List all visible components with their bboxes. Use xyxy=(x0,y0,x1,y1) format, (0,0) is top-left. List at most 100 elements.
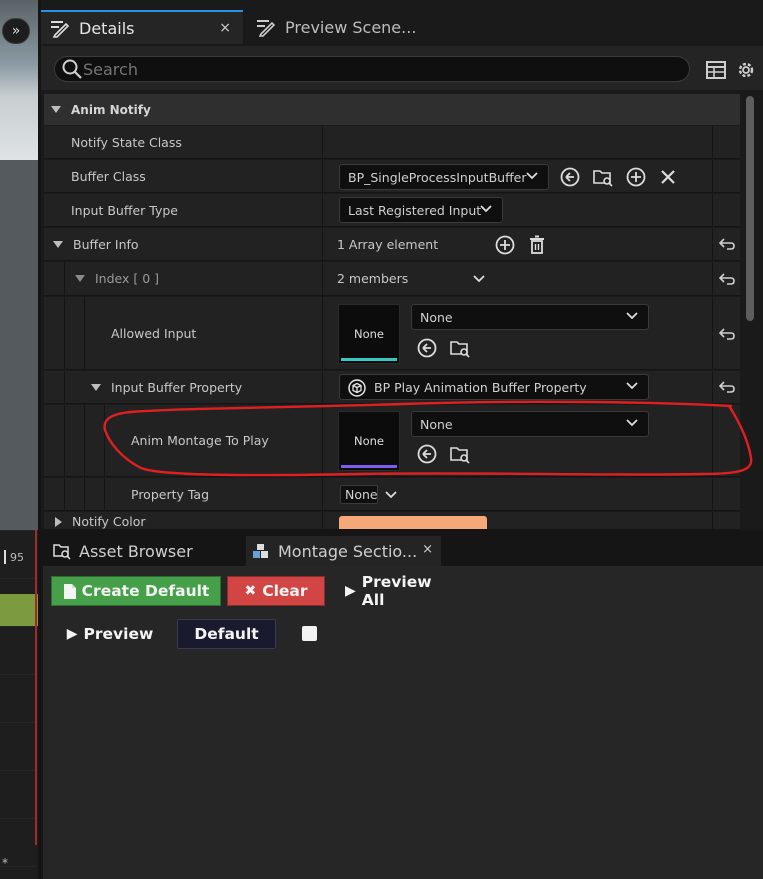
tab-asset-browser-label: Asset Browser xyxy=(79,541,193,561)
index-label[interactable]: Index [ 0 ] xyxy=(75,262,159,295)
property-label: Input Buffer Type xyxy=(71,202,178,218)
property-label[interactable]: Buffer Info xyxy=(53,228,139,260)
use-selected-icon[interactable] xyxy=(416,337,438,359)
browse-folder-icon[interactable] xyxy=(449,443,471,465)
close-tab-icon[interactable]: × xyxy=(422,542,433,557)
details-tabbar: Details × Preview Scene... xyxy=(41,10,763,44)
chevron-down-icon xyxy=(480,205,492,213)
tab-preview-scene-label: Preview Scene... xyxy=(285,17,417,37)
collapse-arrow-icon[interactable] xyxy=(51,106,61,113)
chevron-down-icon xyxy=(626,419,638,427)
buffer-class-combo[interactable]: BP_SingleProcessInputBuffer xyxy=(339,164,549,190)
gear-icon[interactable] xyxy=(735,59,757,81)
notify-color-swatch[interactable] xyxy=(339,516,487,529)
tab-asset-browser[interactable]: Asset Browser xyxy=(47,536,242,566)
property-label: Notify State Class xyxy=(71,134,182,150)
tab-details-label: Details xyxy=(79,18,135,38)
collapse-arrow-icon[interactable] xyxy=(91,383,101,391)
section-checkbox[interactable] xyxy=(302,626,317,641)
preview-all-label: Preview All xyxy=(361,573,432,609)
browse-folder-icon[interactable] xyxy=(592,166,614,188)
preview-button[interactable]: ▶ Preview xyxy=(67,619,154,649)
combo-value: None xyxy=(420,416,453,432)
reset-arrow-icon[interactable] xyxy=(719,380,735,394)
search-box[interactable] xyxy=(54,56,690,82)
anim-montage-thumbnail[interactable]: None xyxy=(338,411,400,471)
timeline-track-segment[interactable] xyxy=(0,594,38,626)
category-label: Anim Notify xyxy=(71,102,151,117)
input-buffer-type-combo[interactable]: Last Registered Input xyxy=(339,197,503,223)
property-label: Allowed Input xyxy=(111,325,197,341)
scrollbar-thumb[interactable] xyxy=(746,96,754,321)
expand-arrow-icon[interactable] xyxy=(55,517,62,527)
montage-sections-panel: Asset Browser Montage Sectio... × Create… xyxy=(43,536,763,879)
chevron-down-icon[interactable] xyxy=(473,273,485,285)
details-scrollbar[interactable] xyxy=(745,94,755,524)
tab-preview-scene[interactable]: Preview Scene... xyxy=(247,10,427,44)
row-buffer-class: Buffer Class BP_SingleProcessInputBuffer xyxy=(44,160,740,193)
play-icon: ▶ xyxy=(345,583,356,599)
clear-label: Clear xyxy=(262,582,308,600)
combo-value: None xyxy=(420,309,453,325)
buffer-info-value: 1 Array element xyxy=(337,236,439,252)
browse-folder-icon[interactable] xyxy=(449,337,471,359)
property-label: Anim Montage To Play xyxy=(131,433,269,448)
add-element-icon[interactable] xyxy=(494,234,516,256)
tab-montage-sections-label: Montage Sectio... xyxy=(278,541,418,561)
row-input-buffer-property: Input Buffer Property BP Play Animation … xyxy=(44,371,740,404)
create-default-button[interactable]: Create Default xyxy=(51,576,221,606)
timeline-grid xyxy=(0,530,35,870)
tab-montage-sections[interactable]: Montage Sectio... × xyxy=(246,536,441,566)
preview-all-button[interactable]: ▶ Preview All xyxy=(345,573,455,609)
collapse-arrow-icon[interactable] xyxy=(53,240,63,248)
index-label-text: Index [ 0 ] xyxy=(95,271,160,286)
row-input-buffer-type: Input Buffer Type Last Registered Input xyxy=(44,194,740,227)
create-default-label: Create Default xyxy=(81,582,210,600)
chevron-down-icon[interactable] xyxy=(385,489,397,501)
use-selected-icon[interactable] xyxy=(416,443,438,465)
playhead-line[interactable] xyxy=(35,530,37,845)
search-input[interactable] xyxy=(83,59,643,79)
category-anim-notify[interactable]: Anim Notify xyxy=(44,94,740,125)
row-anim-montage-to-play: Anim Montage To Play None None xyxy=(44,405,740,477)
reset-arrow-icon[interactable] xyxy=(719,327,735,341)
tab-details[interactable]: Details × xyxy=(41,10,243,44)
default-label: Default xyxy=(194,625,259,643)
chevron-down-icon xyxy=(626,312,638,320)
property-tag-combo[interactable]: None xyxy=(340,485,378,504)
asset-color-bar xyxy=(341,358,397,361)
row-property-tag: Property Tag None xyxy=(44,478,740,511)
property-label[interactable]: Input Buffer Property xyxy=(91,371,242,403)
buffer-info-label: Buffer Info xyxy=(73,236,139,252)
reset-arrow-icon[interactable] xyxy=(719,237,735,251)
add-icon[interactable] xyxy=(625,166,647,188)
clear-x-icon[interactable] xyxy=(657,166,679,188)
thumbnail-label: None xyxy=(353,434,384,448)
table-view-icon[interactable] xyxy=(705,59,727,81)
property-label[interactable]: Notify Color xyxy=(53,514,146,529)
property-label: Buffer Class xyxy=(71,168,146,184)
preview-label: Preview xyxy=(83,625,154,643)
allowed-input-combo[interactable]: None xyxy=(411,304,649,330)
close-tab-icon[interactable]: × xyxy=(219,20,231,36)
search-row xyxy=(41,46,763,90)
input-buffer-property-label: Input Buffer Property xyxy=(111,379,243,395)
pencil-list-icon xyxy=(51,21,69,38)
collapse-arrow-icon[interactable] xyxy=(75,275,85,282)
trash-icon[interactable] xyxy=(526,234,548,256)
expand-panel-button[interactable]: » xyxy=(2,18,30,44)
notify-color-label: Notify Color xyxy=(72,514,146,529)
clear-button[interactable]: ✖ Clear xyxy=(227,576,325,606)
details-panel: Details × Preview Scene... Search Anim N… xyxy=(41,0,763,530)
asset-browser-icon xyxy=(53,544,71,560)
default-section-button[interactable]: Default xyxy=(177,619,276,649)
use-selected-icon[interactable] xyxy=(559,166,581,188)
anim-montage-combo[interactable]: None xyxy=(411,411,649,437)
reset-arrow-icon[interactable] xyxy=(719,272,735,286)
page-icon xyxy=(63,583,76,599)
allowed-input-thumbnail[interactable]: None xyxy=(338,304,400,364)
thumbnail-label: None xyxy=(353,327,384,341)
viewport-floor xyxy=(0,160,38,530)
input-buffer-property-combo[interactable]: BP Play Animation Buffer Property xyxy=(339,374,649,400)
viewport-strip: » xyxy=(0,0,38,530)
